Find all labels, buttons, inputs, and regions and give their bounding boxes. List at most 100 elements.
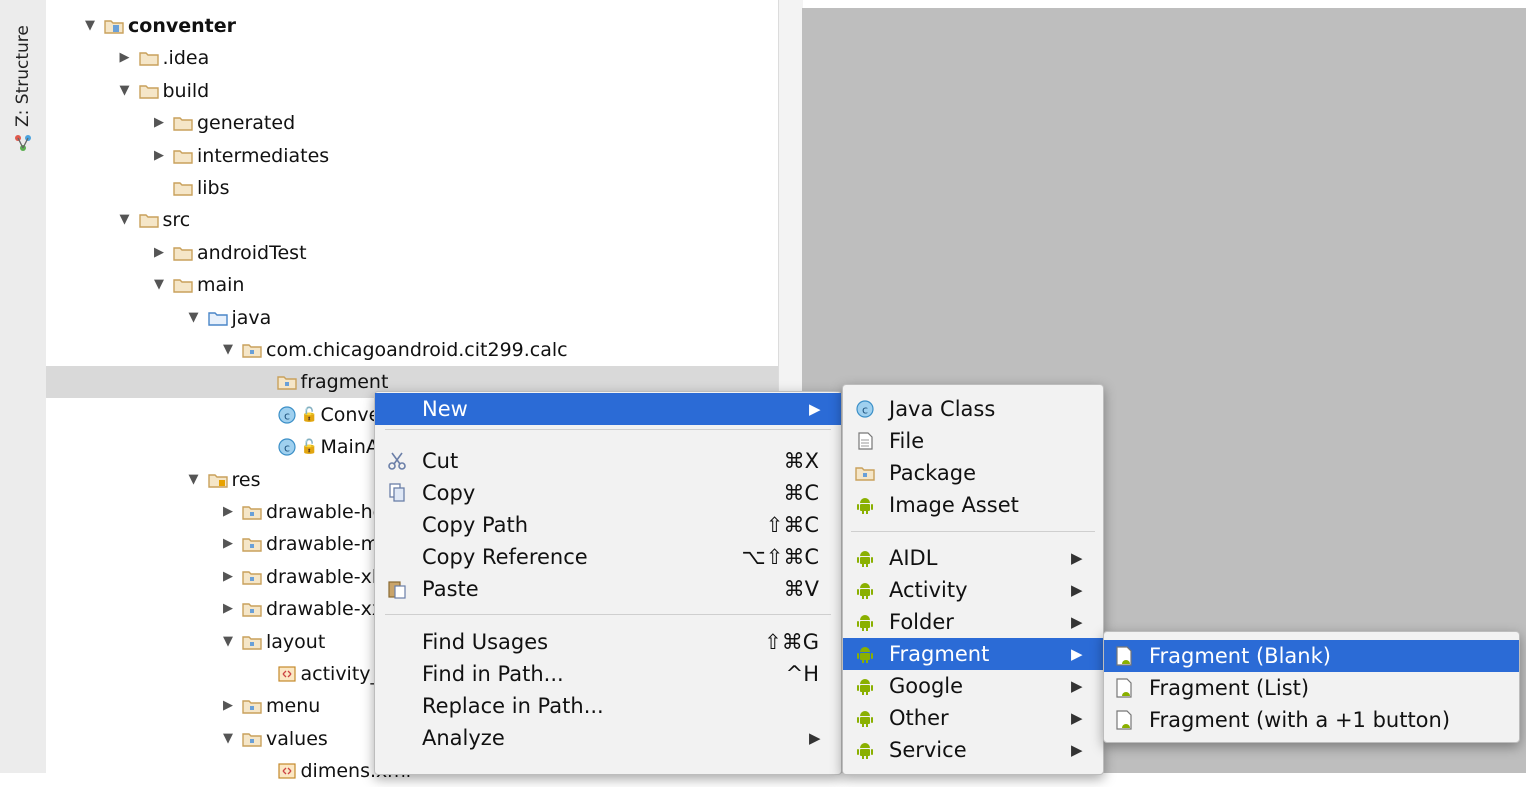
module-folder-icon — [104, 20, 124, 34]
tree-item[interactable]: ▼ conventer — [46, 10, 778, 42]
menu-item-find-usages[interactable]: Find Usages ⇧⌘G — [375, 626, 841, 658]
package-icon — [242, 603, 262, 617]
tree-item[interactable]: ▶ intermediates — [46, 140, 778, 172]
tree-item[interactable]: ▶ .idea — [46, 42, 778, 74]
class-icon: c — [277, 406, 296, 424]
package-icon — [276, 376, 297, 391]
new-submenu-item[interactable]: Other ▶ — [843, 702, 1103, 734]
menu-item-replace-in-path[interactable]: Replace in Path... — [375, 690, 841, 722]
expanded-arrow-icon[interactable]: ▼ — [151, 269, 167, 301]
expanded-arrow-icon[interactable]: ▼ — [220, 626, 236, 658]
xml-file-icon — [277, 666, 296, 682]
expanded-arrow-icon[interactable]: ▼ — [117, 75, 133, 107]
new-submenu-item[interactable]: Package — [843, 457, 1103, 489]
menu-item-copy-path[interactable]: Copy Path ⇧⌘C — [375, 509, 841, 541]
new-submenu-item[interactable]: Activity ▶ — [843, 574, 1103, 606]
expanded-arrow-icon[interactable]: ▼ — [220, 723, 236, 755]
tree-item[interactable]: ▼ src — [46, 204, 778, 236]
package-icon — [242, 571, 262, 585]
tree-item[interactable]: ▼ java — [46, 302, 778, 334]
new-submenu-item[interactable]: Google ▶ — [843, 670, 1103, 702]
copy-icon — [389, 483, 405, 502]
folder-icon — [173, 247, 193, 261]
svg-text:c: c — [283, 442, 289, 455]
menu-item-label: Find Usages — [422, 630, 549, 654]
source-folder-icon — [207, 311, 228, 326]
menu-item-copy-reference[interactable]: Copy Reference ⌥⇧⌘C — [375, 541, 841, 573]
package-icon — [242, 538, 262, 553]
submenu-arrow-icon: ▶ — [1071, 581, 1083, 599]
new-submenu-item[interactable]: File — [843, 425, 1103, 457]
tree-item[interactable]: ▼ com.chicagoandroid.cit299.calc — [46, 334, 778, 366]
submenu-arrow-icon: ▶ — [809, 400, 821, 418]
structure-tab-label: Z: Structure — [13, 25, 33, 127]
shortcut-label: ⌥⇧⌘C — [741, 545, 819, 569]
expanded-arrow-icon[interactable]: ▼ — [186, 302, 202, 334]
tree-item-label: java — [231, 306, 272, 329]
android-icon — [857, 679, 873, 695]
expanded-arrow-icon[interactable]: ▼ — [117, 204, 133, 236]
tree-item-label: build — [162, 79, 210, 102]
menu-item-find-in-path[interactable]: Find in Path... ^H — [375, 658, 841, 690]
new-submenu-item[interactable]: c Java Class — [843, 393, 1103, 425]
new-submenu: c Java Class File Package Image Asset AIDL ▶ Ac… — [842, 384, 1104, 775]
menu-item-label: Fragment (with a +1 button) — [1149, 708, 1451, 732]
tree-item[interactable]: ▶ generated — [46, 107, 778, 139]
submenu-arrow-icon: ▶ — [1071, 613, 1083, 631]
tree-item[interactable]: ▼ build — [46, 75, 778, 107]
fragment-submenu-item[interactable]: Fragment (List) — [1104, 672, 1519, 704]
structure-tab[interactable]: Z: Structure — [12, 10, 34, 151]
class-icon: c — [277, 438, 296, 456]
collapsed-arrow-icon[interactable]: ▶ — [151, 237, 167, 269]
collapsed-arrow-icon[interactable]: ▶ — [220, 561, 236, 593]
tool-window-strip: Z: Structure — [0, 0, 47, 773]
fragment-submenu: Fragment (Blank) Fragment (List) Fragment … — [1103, 631, 1520, 743]
menu-item-paste[interactable]: Paste ⌘V — [375, 573, 841, 605]
android-icon — [857, 551, 873, 567]
menu-item-cut[interactable]: Cut ⌘X — [375, 445, 841, 477]
submenu-arrow-icon: ▶ — [1071, 549, 1083, 567]
new-submenu-item[interactable]: Fragment ▶ — [843, 638, 1103, 670]
menu-item-label: Replace in Path... — [422, 694, 604, 718]
collapsed-arrow-icon[interactable]: ▶ — [117, 42, 133, 74]
tree-item-label: androidTest — [197, 241, 307, 264]
resource-folder-icon — [207, 473, 228, 488]
android-icon — [857, 583, 873, 599]
context-menu: New ▶ Cut ⌘X Copy ⌘C Copy Path ⇧⌘C Copy Referenc… — [374, 391, 842, 775]
tree-item-label: generated — [197, 112, 296, 135]
android-icon — [857, 615, 873, 631]
folder-icon — [173, 182, 193, 196]
expanded-arrow-icon[interactable]: ▼ — [82, 10, 98, 42]
collapsed-arrow-icon[interactable]: ▶ — [151, 107, 167, 139]
expanded-arrow-icon[interactable]: ▼ — [186, 464, 202, 496]
new-submenu-item[interactable]: Service ▶ — [843, 734, 1103, 766]
shortcut-label: ⌘X — [783, 449, 819, 473]
folder-icon — [173, 149, 193, 164]
fragment-submenu-item[interactable]: Fragment (Blank) — [1104, 640, 1519, 672]
menu-item-new[interactable]: New ▶ — [375, 393, 841, 425]
menu-item-label: Folder — [889, 610, 954, 634]
menu-item-label: Google — [889, 674, 964, 698]
tree-item[interactable]: ▶ androidTest — [46, 237, 778, 269]
collapsed-arrow-icon[interactable]: ▶ — [151, 140, 167, 172]
expanded-arrow-icon[interactable]: ▼ — [220, 334, 236, 366]
new-submenu-item[interactable]: Folder ▶ — [843, 606, 1103, 638]
new-submenu-item[interactable]: Image Asset — [843, 489, 1103, 521]
file-icon — [858, 432, 873, 450]
collapsed-arrow-icon[interactable]: ▶ — [220, 528, 236, 560]
collapsed-arrow-icon[interactable]: ▶ — [220, 593, 236, 625]
menu-item-analyze[interactable]: Analyze ▶ — [375, 722, 841, 754]
android-icon — [857, 498, 873, 514]
fragment-submenu-item[interactable]: Fragment (with a +1 button) — [1104, 704, 1519, 736]
collapsed-arrow-icon[interactable]: ▶ — [220, 690, 236, 722]
shortcut-label: ^H — [785, 662, 819, 686]
package-icon — [242, 733, 262, 747]
new-submenu-item[interactable]: AIDL ▶ — [843, 542, 1103, 574]
tree-item[interactable]: ▼ main — [46, 269, 778, 301]
package-icon — [242, 635, 262, 650]
menu-item-copy[interactable]: Copy ⌘C — [375, 477, 841, 509]
menu-item-label: Service — [889, 738, 967, 762]
collapsed-arrow-icon[interactable]: ▶ — [220, 496, 236, 528]
tree-item[interactable]: libs — [46, 172, 778, 204]
submenu-arrow-icon: ▶ — [1071, 677, 1083, 695]
